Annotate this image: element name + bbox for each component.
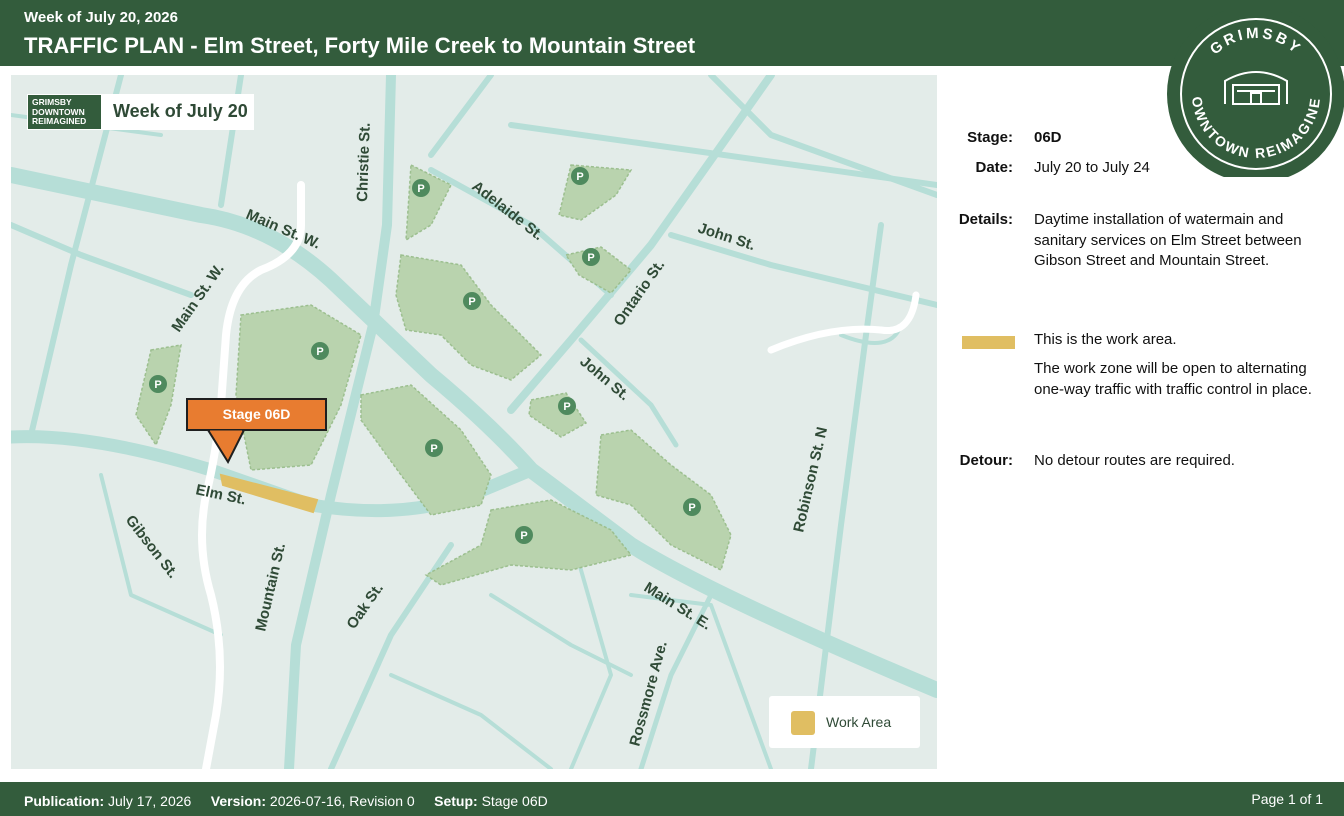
svg-text:P: P	[430, 443, 437, 455]
legend-text: This is the work area.	[1034, 331, 1177, 348]
map-week-badge: GRIMSBY DOWNTOWN REIMAGINED Week of July…	[27, 94, 254, 130]
svg-text:P: P	[563, 401, 570, 413]
map-badge-logo: GRIMSBY DOWNTOWN REIMAGINED	[28, 95, 101, 129]
parking-icon: P	[571, 167, 589, 185]
svg-text:P: P	[587, 252, 594, 264]
publication-label: Publication:	[24, 793, 105, 809]
detour-label: Detour:	[959, 452, 1013, 469]
street-label-oak: Oak St.	[343, 580, 387, 632]
street-label-gibson: Gibson St.	[122, 512, 182, 582]
page-title: TRAFFIC PLAN - Elm Street, Forty Mile Cr…	[24, 33, 696, 58]
creek-east	[767, 291, 920, 354]
parking-icon: P	[582, 248, 600, 266]
parking-icon: P	[412, 179, 430, 197]
svg-text:P: P	[316, 346, 323, 358]
map-badge-week: Week of July 20	[113, 101, 248, 121]
setup-label: Setup:	[434, 793, 478, 809]
svg-text:P: P	[688, 502, 695, 514]
parking-icon: P	[463, 292, 481, 310]
svg-text:P: P	[154, 379, 161, 391]
details-label: Details:	[958, 211, 1013, 228]
svg-text:P: P	[468, 296, 475, 308]
svg-text:P: P	[520, 530, 527, 542]
legend-note: The work zone will be open to alternatin…	[1034, 360, 1312, 398]
version-label: Version:	[210, 793, 267, 809]
version-value: 2026-07-16, Revision 0	[269, 793, 415, 809]
parking-icon: P	[149, 375, 167, 393]
parking-icon: P	[683, 498, 701, 516]
date-label: Date:	[975, 159, 1013, 176]
date-value: July 20 to July 24	[1034, 159, 1150, 176]
street-label-main-w-left: Main St. W.	[168, 261, 227, 336]
page-number: Page 1 of 1	[1251, 791, 1323, 807]
street-label-robinson: Robinson St. N	[790, 425, 831, 534]
footer-bar: Publication: July 17, 2026 Version: 2026…	[0, 782, 1344, 816]
svg-text:P: P	[417, 183, 424, 195]
parking-icon: P	[425, 439, 443, 457]
work-area-swatch	[962, 336, 1015, 349]
traffic-map[interactable]: P P P P P P P P P P Christie St. Main St…	[11, 75, 937, 769]
parking-icon: P	[558, 397, 576, 415]
street-label-adelaide: Adelaide St.	[469, 178, 547, 244]
parking-icon: P	[311, 342, 329, 360]
header-bar: Week of July 20, 2026 TRAFFIC PLAN - Elm…	[0, 0, 1344, 66]
legend-swatch-work-area	[791, 711, 815, 735]
svg-text:P: P	[576, 171, 583, 183]
map-legend: Work Area	[769, 696, 920, 748]
street-label-christie: Christie St.	[354, 122, 374, 202]
setup-value: Stage 06D	[481, 793, 548, 809]
header-subtitle: Week of July 20, 2026	[24, 9, 178, 26]
street-label-mountain: Mountain St.	[252, 541, 289, 633]
detour-value: No detour routes are required.	[1034, 452, 1235, 469]
publication-value: July 17, 2026	[108, 793, 192, 809]
callout-pointer	[206, 430, 246, 465]
legend-label-work-area: Work Area	[826, 714, 892, 730]
stage-label: Stage:	[967, 129, 1013, 146]
footer-meta: Publication: July 17, 2026 Version: 2026…	[24, 793, 548, 809]
details-value: Daytime installation of watermain and sa…	[1034, 211, 1302, 269]
stage-value: 06D	[1034, 129, 1062, 146]
parking-icon: P	[515, 526, 533, 544]
grimsby-logo: GRIMSBY DOWNTOWN REIMAGINED	[1161, 0, 1344, 183]
stage-callout: Stage 06D	[186, 398, 327, 431]
